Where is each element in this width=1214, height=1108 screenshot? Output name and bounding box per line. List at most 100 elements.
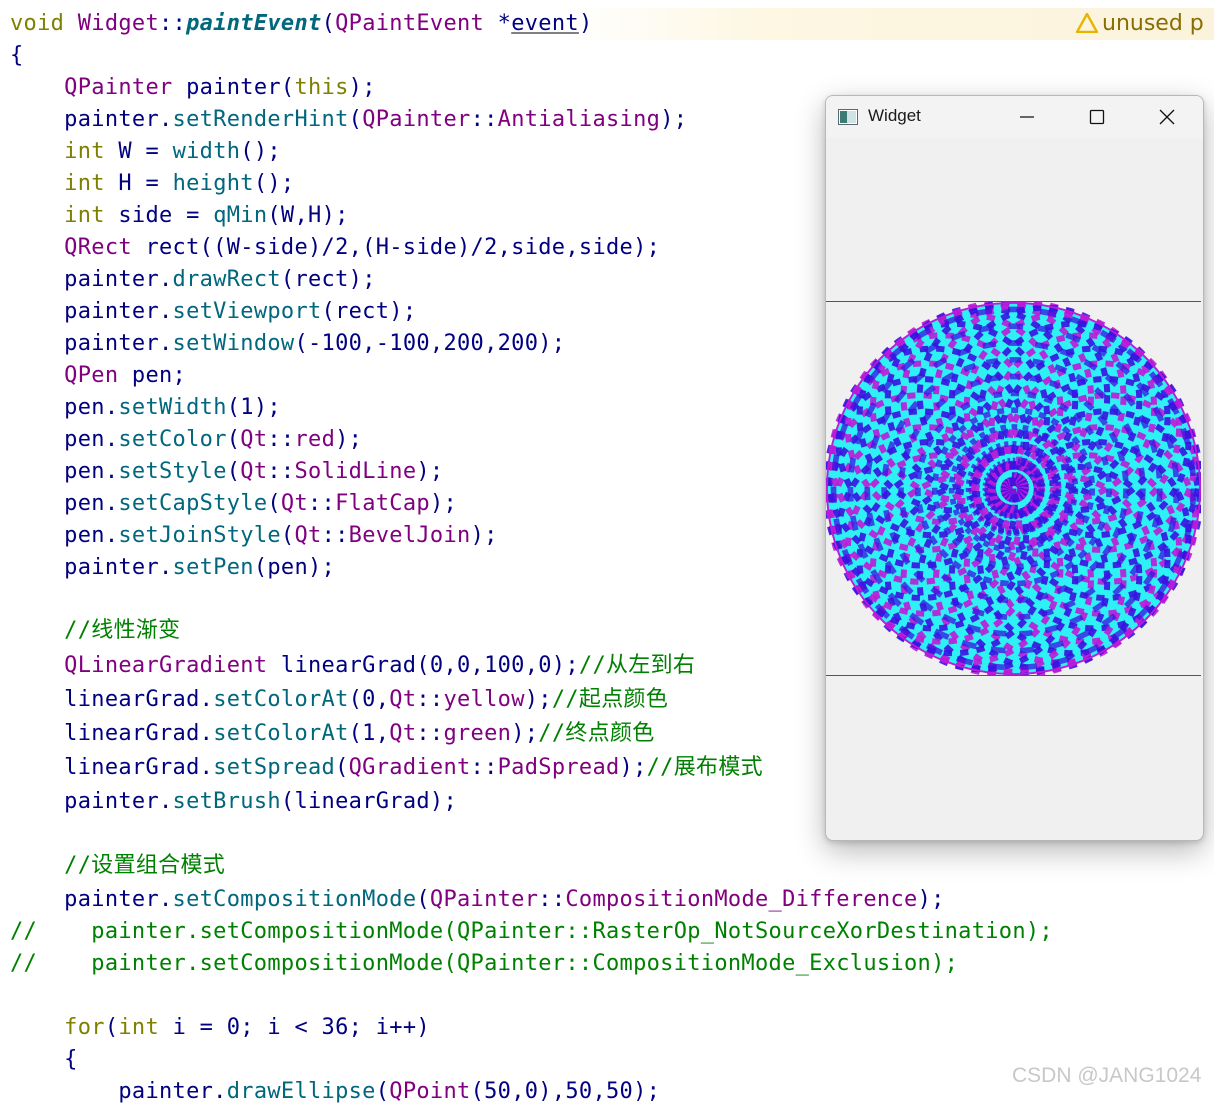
code-token: paintEvent	[186, 11, 322, 36]
code-token: //从左到右	[578, 653, 696, 678]
code-line[interactable]: // painter.setCompositionMode(QPainter::…	[10, 948, 958, 980]
code-token: pen.	[10, 395, 119, 420]
code-line[interactable]: {	[10, 1044, 78, 1076]
code-line[interactable]: painter.setPen(pen);	[10, 552, 335, 584]
code-token: side =	[118, 203, 214, 228]
code-token: setWindow	[172, 331, 295, 356]
code-token: ::	[308, 491, 336, 516]
code-token: Qt	[240, 459, 268, 484]
code-token: BevelJoin	[348, 523, 471, 548]
code-line[interactable]: QRect rect((W-side)/2,(H-side)/2,side,si…	[10, 232, 660, 264]
code-token: (	[280, 523, 295, 548]
code-line[interactable]: {	[10, 40, 24, 72]
unused-parameter-warning[interactable]: unused p	[1075, 8, 1204, 40]
code-token: (1,	[348, 721, 390, 746]
code-token: QPainter	[362, 107, 471, 132]
code-token: (	[321, 11, 336, 36]
code-line[interactable]: linearGrad.setColorAt(1,Qt::green);//终点颜…	[10, 718, 655, 750]
code-token: ();	[240, 139, 281, 164]
code-token: painter.	[10, 267, 173, 292]
code-token: );	[524, 687, 552, 712]
code-token: );	[619, 755, 647, 780]
code-token: //起点颜色	[551, 687, 669, 712]
code-token: height	[172, 171, 254, 196]
code-token: (linearGrad);	[280, 789, 458, 814]
code-token: linearGrad.	[10, 721, 214, 746]
code-line[interactable]: int side = qMin(W,H);	[10, 200, 349, 232]
code-token: int	[118, 1015, 173, 1040]
watermark: CSDN @JANG1024	[1012, 1064, 1202, 1087]
code-line[interactable]: painter.setCompositionMode(QPainter::Com…	[10, 884, 945, 916]
code-token: pen.	[10, 491, 119, 516]
code-token: (pen);	[253, 555, 336, 580]
code-token: (rect);	[280, 267, 376, 292]
code-token: QLinearGradient	[10, 653, 281, 678]
code-line[interactable]: for(int i = 0; i < 36; i++)	[10, 1012, 430, 1044]
code-token: i = 0; i < 36; i++)	[172, 1015, 430, 1040]
code-line[interactable]: pen.setCapStyle(Qt::FlatCap);	[10, 488, 457, 520]
code-line[interactable]: painter.drawRect(rect);	[10, 264, 376, 296]
code-token: Qt	[240, 427, 268, 452]
code-line[interactable]: painter.setBrush(linearGrad);	[10, 786, 457, 818]
code-line[interactable]: //线性渐变	[10, 615, 180, 647]
code-line[interactable]: pen.setColor(Qt::red);	[10, 424, 362, 456]
code-token: pen.	[10, 459, 119, 484]
code-token: pen.	[10, 523, 119, 548]
code-line[interactable]: pen.setWidth(1);	[10, 392, 281, 424]
code-line[interactable]: painter.setWindow(-100,-100,200,200);	[10, 328, 565, 360]
code-token: qMin	[213, 203, 268, 228]
maximize-button[interactable]	[1062, 96, 1132, 138]
code-line[interactable]: painter.drawEllipse(QPoint(50,0),50,50);	[10, 1076, 660, 1108]
code-token: QPainter	[429, 887, 539, 912]
code-line[interactable]: QPainter painter(this);	[10, 72, 376, 104]
code-token: setStyle	[118, 459, 227, 484]
code-token: ::	[159, 11, 187, 36]
code-line[interactable]: pen.setJoinStyle(Qt::BevelJoin);	[10, 520, 498, 552]
code-token: setViewport	[172, 299, 322, 324]
minimize-icon	[1020, 116, 1034, 118]
code-token: green	[443, 721, 512, 746]
code-token: //终点颜色	[538, 721, 655, 746]
code-line[interactable]: pen.setStyle(Qt::SolidLine);	[10, 456, 443, 488]
code-line[interactable]: // painter.setCompositionMode(QPainter::…	[10, 916, 1053, 948]
code-token: W =	[118, 139, 173, 164]
widget-window[interactable]: Widget	[825, 95, 1204, 841]
code-token: ::	[470, 107, 498, 132]
ellipse-rosette	[826, 299, 1203, 678]
code-token: QPaintEvent	[335, 11, 498, 36]
code-token: ::	[416, 687, 444, 712]
code-token: (	[348, 107, 363, 132]
code-token: painter.	[10, 331, 173, 356]
code-line[interactable]: linearGrad.setColorAt(0,Qt::yellow);//起点…	[10, 684, 668, 716]
close-button[interactable]	[1132, 96, 1202, 138]
code-token: ::	[416, 721, 444, 746]
code-line[interactable]: painter.setViewport(rect);	[10, 296, 416, 328]
code-line[interactable]: void Widget::paintEvent(QPaintEvent *eve…	[10, 8, 592, 40]
code-token: (50,0),50,50);	[470, 1079, 661, 1104]
code-line[interactable]: //设置组合模式	[10, 850, 225, 882]
maximize-icon	[1089, 109, 1105, 125]
code-token: setColorAt	[213, 687, 349, 712]
code-token: event	[511, 11, 579, 36]
code-token: QRect	[10, 235, 146, 260]
code-line[interactable]: int H = height();	[10, 168, 294, 200]
code-token: setBrush	[172, 789, 281, 814]
code-line[interactable]: int W = width();	[10, 136, 281, 168]
code-token: H =	[118, 171, 173, 196]
code-token: (0,	[348, 687, 390, 712]
minimize-button[interactable]	[992, 96, 1062, 138]
code-token: (1);	[226, 395, 281, 420]
code-token: //线性渐变	[10, 618, 181, 643]
window-titlebar[interactable]: Widget	[826, 96, 1203, 138]
code-line[interactable]: linearGrad.setSpread(QGradient::PadSprea…	[10, 752, 763, 784]
code-line[interactable]: QLinearGradient linearGrad(0,0,100,0);//…	[10, 650, 695, 682]
code-token: int	[10, 139, 119, 164]
code-token: pen.	[10, 427, 119, 452]
code-token: linearGrad.	[10, 687, 214, 712]
code-token: QPainter	[10, 75, 187, 100]
code-token: drawEllipse	[226, 1079, 376, 1104]
code-token: setColor	[118, 427, 227, 452]
code-token: painter.	[10, 887, 173, 912]
code-line[interactable]: painter.setRenderHint(QPainter::Antialia…	[10, 104, 687, 136]
code-line[interactable]: QPen pen;	[10, 360, 186, 392]
